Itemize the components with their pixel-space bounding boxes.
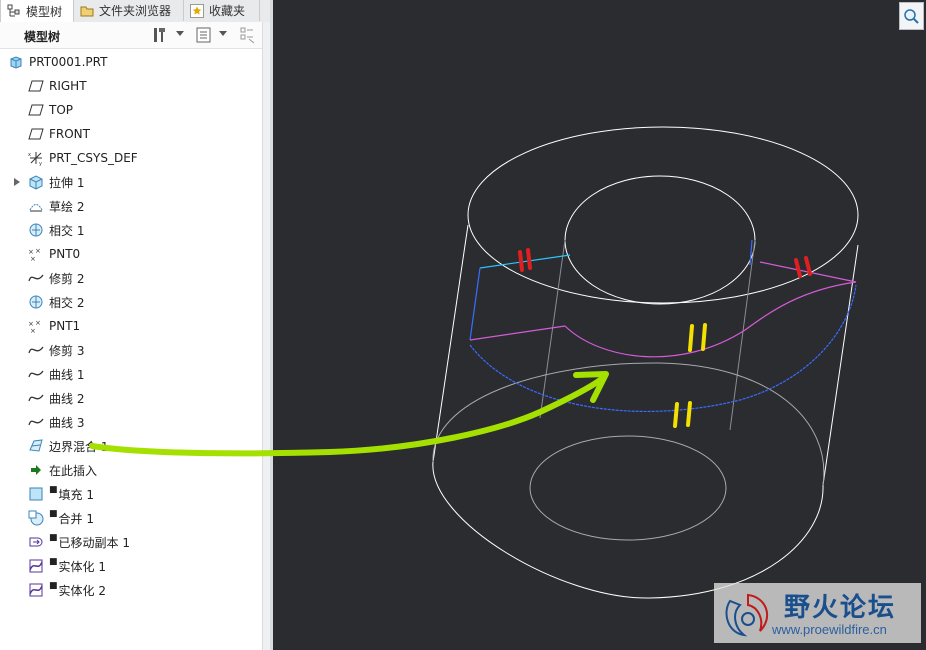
inner-top-edge	[564, 175, 756, 305]
hidden-edges	[432, 362, 825, 541]
outer-bottom-edge	[432, 461, 824, 599]
outer-bottom-back-edge	[432, 362, 825, 486]
zoom-window-button[interactable]	[899, 2, 924, 30]
cylinder-edges	[432, 126, 859, 599]
inner-hole-lines	[539, 239, 756, 431]
annotation-arrow	[89, 371, 609, 457]
watermark-title: 野火论坛	[784, 593, 897, 623]
model-wireframe	[89, 126, 859, 599]
blue-edge-left	[469, 267, 481, 341]
watermark-url: www.proewildfire.cn	[772, 622, 887, 637]
inner-bottom-edge	[529, 435, 727, 541]
magenta-curve	[564, 281, 857, 358]
watermark-logo-icon	[725, 593, 769, 637]
cyan-edge	[479, 254, 571, 269]
yellow-equal-marks	[673, 323, 707, 428]
forum-watermark: 野火论坛 www.proewildfire.cn	[714, 583, 921, 643]
outer-left-silhouette	[432, 224, 469, 463]
magnifier-icon	[904, 9, 919, 24]
